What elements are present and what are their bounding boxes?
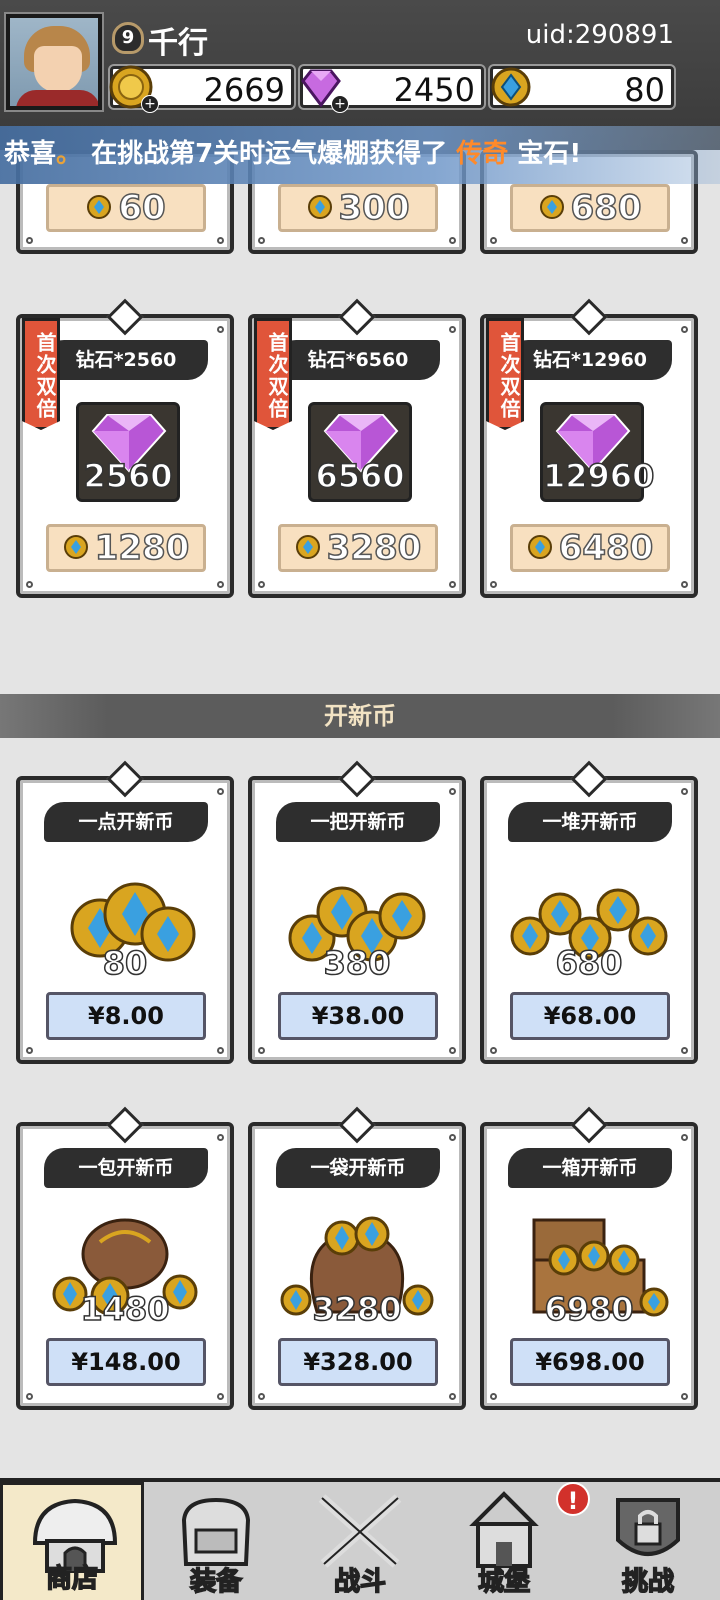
coin-pack-price-button[interactable]: ¥8.00 (46, 992, 206, 1040)
diamond-pack-price[interactable]: 6480 (510, 524, 670, 572)
newcoin-value: 80 (624, 71, 665, 109)
coin-pack-card[interactable]: 一包开新币 1480 ¥148.00 (16, 1106, 234, 1410)
diamond-amount: 12960 (542, 456, 655, 496)
diamond-pack-card[interactable]: 钻石*6560 首次双倍 6560 3280 (248, 298, 466, 598)
add-diamond-button[interactable]: + (331, 95, 349, 113)
first-double-tag: 首次双倍 (254, 318, 292, 430)
coin-pack-card[interactable]: 一袋开新币 3280 ¥328.00 (248, 1106, 466, 1410)
nav-equipment[interactable]: 装备 (144, 1482, 288, 1600)
diamond-pack-title: 钻石*2560 (44, 340, 208, 380)
gold-counter: + 2669 (108, 64, 296, 113)
coin-pack-card[interactable]: 一把开新币 380 ¥38.00 (248, 760, 466, 1064)
gold-value: 2669 (203, 71, 285, 109)
nav-label: 挑战 (621, 1566, 675, 1598)
diamond-pack-price[interactable]: 3280 (278, 524, 438, 572)
nav-label: 城堡 (477, 1566, 531, 1598)
new-coin-icon (491, 67, 531, 107)
nav-battle[interactable]: 战斗 (288, 1482, 432, 1600)
new-coin-icon (87, 194, 112, 219)
castle-icon (469, 1491, 539, 1568)
backpack-icon (181, 1497, 251, 1566)
first-double-tag: 首次双倍 (486, 318, 524, 430)
partial-price-2[interactable]: 300 (278, 184, 438, 232)
new-coin-icon (527, 534, 552, 559)
coin-amount: 680 (555, 943, 623, 983)
first-double-tag: 首次双倍 (22, 318, 60, 430)
coin-pack-price-button[interactable]: ¥68.00 (510, 992, 670, 1040)
coin-amount: 380 (323, 943, 391, 983)
new-coin-icon (295, 534, 320, 559)
diamond-amount: 2560 (83, 456, 174, 496)
nav-shop[interactable]: 商店 (0, 1482, 144, 1600)
diamond-pack-card[interactable]: 钻石*12960 首次双倍 12960 6480 (480, 298, 698, 598)
coin-pack-card[interactable]: 一箱开新币 6980 ¥698.00 (480, 1106, 698, 1410)
announce-highlight: 传奇 (456, 139, 509, 169)
locked-challenge-icon (616, 1498, 680, 1556)
coin-pack-card[interactable]: 一堆开新币 680 ¥68.00 (480, 760, 698, 1064)
announce-suffix: 宝石! (517, 139, 582, 169)
notification-badge: ! (556, 1482, 590, 1516)
bottom-nav: 商店 装备 战斗 城堡 挑战 (0, 1478, 720, 1600)
nav-castle[interactable]: 城堡 (432, 1482, 576, 1600)
partial-price-3[interactable]: 680 (510, 184, 670, 232)
diamond-image: 6560 (308, 402, 412, 502)
add-gold-button[interactable]: + (141, 95, 159, 113)
diamond-image: 12960 (540, 402, 655, 502)
coin-pack-price-button[interactable]: ¥148.00 (46, 1338, 206, 1386)
crossed-swords-icon (318, 1494, 402, 1568)
level-badge: 9 (112, 22, 144, 54)
coin-pack-title: 一把开新币 (276, 802, 440, 842)
nav-label: 战斗 (333, 1566, 387, 1598)
section-title-new-coin: 开新币 (0, 694, 720, 738)
newcoin-counter: 80 (488, 64, 676, 110)
coin-pack-title: 一袋开新币 (276, 1148, 440, 1188)
player-avatar[interactable] (4, 12, 104, 112)
coin-pack-price-button[interactable]: ¥698.00 (510, 1338, 670, 1386)
coin-pack-title: 一箱开新币 (508, 1148, 672, 1188)
coin-amount: 6980 (544, 1289, 635, 1329)
player-name: 千行 (148, 26, 208, 61)
coin-amount: 1480 (80, 1289, 171, 1329)
new-coin-icon (63, 534, 88, 559)
coin-pack-title: 一点开新币 (44, 802, 208, 842)
partial-price-1[interactable]: 60 (46, 184, 206, 232)
diamond-image: 2560 (76, 402, 180, 502)
diamond-pack-card[interactable]: 钻石*2560 首次双倍 2560 1280 (16, 298, 234, 598)
nav-label: 商店 (45, 1563, 99, 1595)
diamond-pack-title: 钻石*6560 (276, 340, 440, 380)
announce-middle: 在挑战第7关时运气爆棚获得了 (91, 139, 448, 169)
announce-dot: 。 (56, 139, 83, 169)
diamond-pack-title: 钻石*12960 (508, 340, 672, 380)
diamond-counter: + 2450 (298, 64, 486, 113)
coin-amount: 80 (102, 943, 148, 983)
diamond-pack-price[interactable]: 1280 (46, 524, 206, 572)
announce-prefix: 恭喜 (4, 139, 57, 169)
nav-label: 装备 (189, 1566, 243, 1598)
new-coin-icon (307, 194, 332, 219)
diamond-amount: 6560 (315, 456, 406, 496)
coin-pack-price-button[interactable]: ¥328.00 (278, 1338, 438, 1386)
announcement-banner: 恭喜。 在挑战第7关时运气爆棚获得了 传奇 宝石! (0, 126, 720, 184)
coin-pack-price-button[interactable]: ¥38.00 (278, 992, 438, 1040)
nav-challenge[interactable]: 挑战 (576, 1482, 720, 1600)
coin-pack-title: 一堆开新币 (508, 802, 672, 842)
coin-amount: 3280 (312, 1289, 403, 1329)
player-uid: uid:290891 (525, 20, 674, 50)
coin-pack-card[interactable]: 一点开新币 80 ¥8.00 (16, 760, 234, 1064)
diamond-value: 2450 (393, 71, 475, 109)
new-coin-icon (539, 194, 564, 219)
coin-pack-title: 一包开新币 (44, 1148, 208, 1188)
